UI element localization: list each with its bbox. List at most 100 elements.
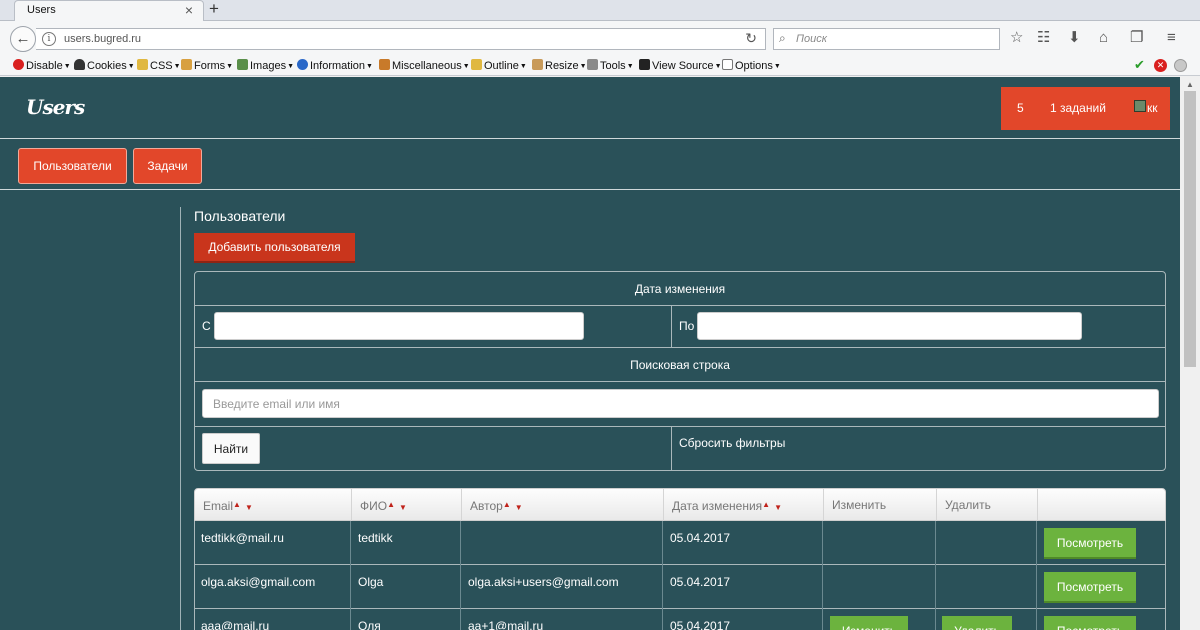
options-icon: [722, 59, 733, 70]
information-icon: [297, 59, 308, 70]
devbar-cookies[interactable]: Cookies▼: [74, 59, 135, 72]
add-user-button[interactable]: Добавить пользователя: [194, 233, 355, 263]
pocket-icon[interactable]: ❐: [1130, 30, 1143, 46]
notification-count[interactable]: 5: [1017, 101, 1024, 115]
browser-tab-strip: Users × +: [0, 0, 1200, 21]
new-tab-icon[interactable]: +: [209, 0, 219, 19]
tasks-link[interactable]: 1 заданий: [1050, 101, 1106, 115]
disable-icon: [13, 59, 24, 70]
cell-fio: Olga: [350, 565, 460, 609]
devbar-view-source[interactable]: View Source▼: [639, 59, 722, 72]
forms-icon: [181, 59, 192, 70]
sort-asc-icon[interactable]: ▲: [762, 500, 770, 509]
column-header-fio[interactable]: ФИО▲ ▼: [351, 489, 461, 521]
cell-author: aa+1@mail.ru: [460, 609, 662, 630]
reload-icon[interactable]: ↻: [745, 30, 757, 47]
menu-icon[interactable]: ≡: [1167, 30, 1176, 46]
cell-edit: [822, 565, 935, 609]
url-text[interactable]: users.bugred.ru: [64, 33, 141, 45]
user-avatar[interactable]: [1134, 100, 1146, 112]
devbar-images[interactable]: Images▼: [237, 59, 294, 72]
devbar-css[interactable]: CSS▼: [137, 59, 181, 72]
column-header-edit: Изменить: [823, 489, 936, 521]
scroll-up-icon[interactable]: ▲: [1186, 80, 1194, 89]
sort-desc-icon[interactable]: ▼: [774, 503, 782, 512]
validation-ok-icon[interactable]: ✔: [1134, 57, 1145, 73]
cell-fio: tedtikk: [350, 521, 460, 565]
sort-asc-icon[interactable]: ▲: [233, 500, 241, 509]
devbar-disable[interactable]: Disable▼: [13, 59, 71, 72]
user-panel[interactable]: 5 1 заданий кк: [1001, 87, 1170, 130]
date-to-label: По: [679, 319, 695, 333]
view-button[interactable]: Посмотреть: [1044, 572, 1136, 603]
site-logo[interactable]: Users: [26, 95, 85, 119]
date-filter-header: Дата изменения: [634, 282, 726, 296]
column-header-author[interactable]: Автор▲ ▼: [461, 489, 663, 521]
home-icon[interactable]: ⌂: [1099, 30, 1108, 46]
sort-desc-icon[interactable]: ▼: [399, 503, 407, 512]
view-button[interactable]: Посмотреть: [1044, 528, 1136, 559]
cell-delete: [935, 521, 1036, 565]
scrollbar-thumb[interactable]: [1184, 91, 1196, 367]
table-row: aaa@mail.ru Оля aa+1@mail.ru 05.04.2017 …: [194, 609, 1166, 630]
search-icon: ⌕: [779, 31, 786, 45]
delete-button[interactable]: Удалить: [942, 616, 1012, 630]
nav-users-button[interactable]: Пользователи: [18, 148, 127, 184]
view-source-icon: [639, 59, 650, 70]
reading-list-icon[interactable]: ☷: [1037, 30, 1050, 46]
devbar-resize[interactable]: Resize▼: [532, 59, 587, 72]
cell-email: olga.aksi@gmail.com: [201, 575, 316, 589]
filter-panel: Дата изменения С По Поисковая строка Най…: [194, 271, 1166, 471]
validation-error-icon[interactable]: ✕: [1154, 59, 1167, 72]
date-to-input[interactable]: [697, 312, 1082, 340]
miscellaneous-icon: [379, 59, 390, 70]
browser-search-input[interactable]: ⌕ Поиск: [773, 28, 1000, 50]
find-button[interactable]: Найти: [202, 433, 260, 464]
column-header-delete: Удалить: [936, 489, 1037, 521]
info-icon[interactable]: i: [42, 32, 56, 46]
reset-filters-link[interactable]: Сбросить фильтры: [679, 436, 785, 450]
view-button[interactable]: Посмотреть: [1044, 616, 1136, 630]
search-input[interactable]: [202, 389, 1159, 418]
devbar-tools[interactable]: Tools▼: [587, 59, 634, 72]
date-from-label: С: [202, 319, 211, 333]
date-from-input[interactable]: [214, 312, 584, 340]
devbar-miscellaneous[interactable]: Miscellaneous▼: [379, 59, 470, 72]
user-name[interactable]: кк: [1147, 101, 1158, 115]
resize-ruler-icon: [532, 59, 543, 70]
devbar-information[interactable]: Information▼: [297, 59, 373, 72]
cell-email: tedtikk@mail.ru: [201, 531, 284, 545]
sort-desc-icon[interactable]: ▼: [245, 503, 253, 512]
tab-close-icon[interactable]: ×: [185, 2, 193, 18]
cell-fio: Оля: [350, 609, 460, 630]
devbar-outline[interactable]: Outline▼: [471, 59, 527, 72]
address-bar[interactable]: i users.bugred.ru ↻: [36, 28, 766, 50]
sort-asc-icon[interactable]: ▲: [503, 500, 511, 509]
table-row: tedtikk@mail.ru tedtikk 05.04.2017 Посмо…: [194, 521, 1166, 565]
nav-divider: [0, 189, 1180, 190]
edit-button[interactable]: Изменить: [830, 616, 908, 630]
cell-author: olga.aksi+users@gmail.com: [460, 565, 662, 609]
sidebar-divider: [180, 207, 181, 630]
sort-desc-icon[interactable]: ▼: [515, 503, 523, 512]
devbar-options[interactable]: Options▼: [722, 59, 781, 72]
page-content: Users 5 1 заданий кк Пользователи Задачи…: [0, 77, 1180, 630]
nav-tasks-button[interactable]: Задачи: [133, 148, 202, 184]
cell-email: aaa@mail.ru: [201, 619, 270, 630]
filter-divider: [195, 305, 1165, 306]
bookmark-star-icon[interactable]: ☆: [1010, 30, 1023, 46]
browser-navigation-bar: ← i users.bugred.ru ↻ ⌕ Поиск ☆ ☷ ⬇ ⌂ ❐ …: [0, 21, 1200, 56]
browser-tab[interactable]: Users ×: [14, 0, 204, 21]
download-icon[interactable]: ⬇: [1068, 30, 1081, 46]
column-header-email[interactable]: Email▲ ▼: [195, 489, 351, 521]
sort-asc-icon[interactable]: ▲: [387, 500, 395, 509]
table-row: olga.aksi@gmail.com Olga olga.aksi+users…: [194, 565, 1166, 609]
devbar-forms[interactable]: Forms▼: [181, 59, 233, 72]
back-arrow-icon[interactable]: ←: [10, 26, 36, 52]
tab-title: Users: [27, 4, 56, 16]
column-header-date[interactable]: Дата изменения▲ ▼: [663, 489, 823, 521]
tools-wrench-icon: [587, 59, 598, 70]
outline-pencil-icon: [471, 59, 482, 70]
page-scrollbar[interactable]: ▲: [1180, 77, 1200, 630]
status-indicator-icon[interactable]: [1174, 59, 1187, 72]
